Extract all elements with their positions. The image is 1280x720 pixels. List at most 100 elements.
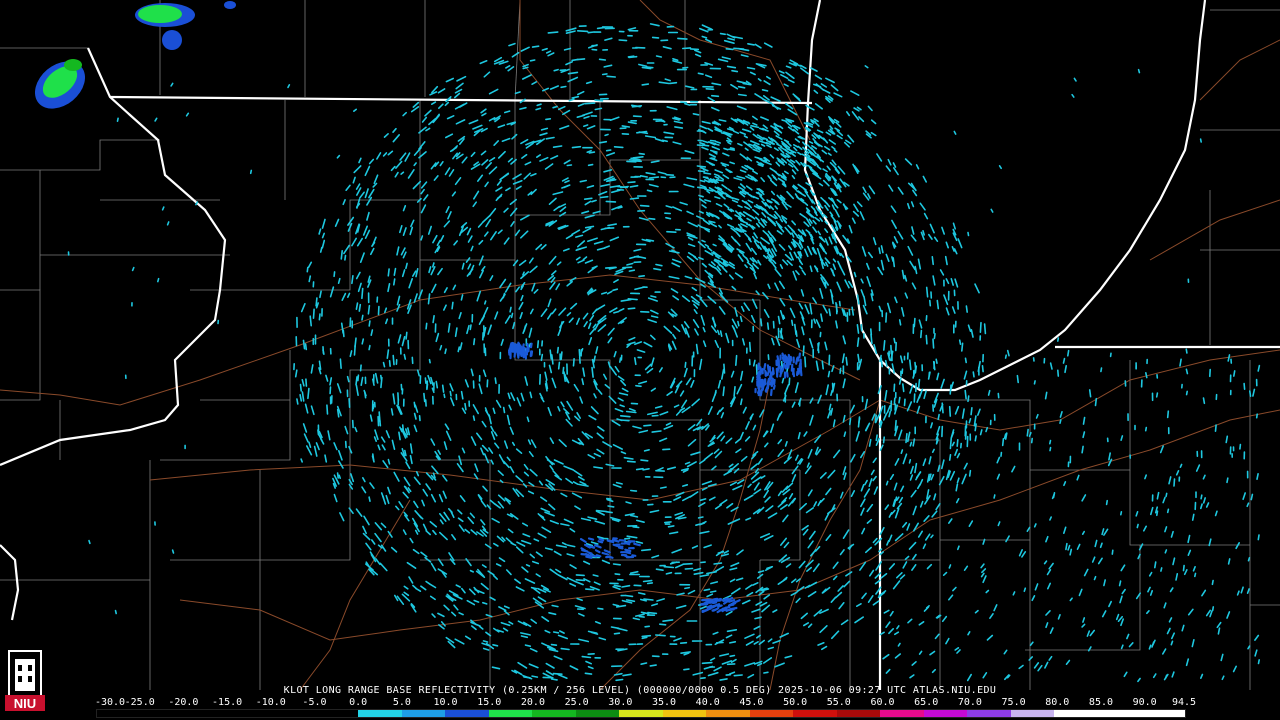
echo-mark	[703, 544, 712, 549]
echo-mark	[831, 204, 836, 210]
echo-mark	[788, 295, 793, 301]
echo-mark	[1069, 548, 1073, 556]
echo-mark	[628, 269, 636, 272]
echo-mark	[355, 376, 358, 386]
legend-tick-label: -5.0	[302, 697, 327, 708]
county-border	[514, 0, 521, 101]
echo-mark	[442, 490, 447, 499]
colorbar-segment	[244, 710, 254, 717]
echo-mark	[438, 493, 444, 503]
echo-mark	[551, 308, 557, 315]
echo-mark	[597, 425, 605, 432]
echo-mark	[763, 594, 771, 600]
echo-mark	[752, 195, 760, 200]
echo-mark	[643, 424, 652, 427]
echo-mark	[378, 411, 381, 423]
echo-mark	[671, 258, 682, 264]
echo-mark	[446, 115, 455, 120]
echo-mark	[763, 308, 770, 319]
echo-mark	[1148, 571, 1153, 577]
highway	[1199, 39, 1280, 101]
radar-map[interactable]: NIU	[0, 0, 1280, 720]
echo-mark	[529, 308, 534, 315]
colorbar-segment	[941, 710, 950, 717]
colorbar-segment	[1080, 710, 1090, 717]
echo-mark	[929, 422, 934, 429]
echo-mark	[390, 546, 398, 553]
echo-mark	[714, 215, 720, 220]
echo-mark	[563, 518, 574, 524]
echo-mark	[763, 671, 769, 674]
echo-mark	[161, 206, 165, 211]
echo-mark	[586, 237, 598, 243]
echo-mark	[974, 283, 980, 294]
echo-mark	[831, 198, 835, 204]
echo-mark	[699, 125, 708, 130]
echo-mark	[843, 431, 847, 438]
echo-mark	[922, 543, 927, 550]
echo-mark	[443, 393, 446, 399]
echo-mark	[464, 635, 472, 641]
echo-mark	[746, 591, 754, 597]
echo-mark	[467, 516, 475, 525]
echo-mark	[823, 250, 828, 255]
echo-mark	[763, 80, 771, 86]
echo-mark	[904, 158, 913, 166]
echo-mark	[824, 341, 828, 351]
echo-mark	[665, 173, 675, 176]
echo-mark	[687, 252, 697, 258]
echo-mark	[694, 53, 702, 58]
echo-mark	[439, 519, 444, 525]
colorbar-segment	[1132, 710, 1142, 717]
echo-mark	[732, 327, 739, 338]
legend-tick-label: 70.0	[957, 697, 982, 708]
echo-mark	[427, 225, 433, 235]
echo-mark	[726, 223, 735, 229]
echo-mark	[537, 532, 547, 539]
colorbar-segment	[723, 710, 733, 717]
echo-mark	[300, 458, 304, 463]
echo-mark	[641, 634, 652, 638]
echo-mark	[945, 241, 950, 249]
echo-mark	[672, 295, 680, 301]
echo-mark	[689, 491, 699, 498]
echo-mark	[531, 282, 536, 292]
echo-mark	[648, 183, 659, 188]
colorbar-segment	[297, 710, 306, 717]
echo-mark	[617, 375, 625, 381]
echo-mark	[828, 403, 832, 411]
echo-mark	[812, 297, 818, 304]
echo-mark	[718, 306, 726, 315]
colorbar-segment	[192, 710, 202, 717]
echo-mark	[499, 278, 507, 289]
echo-mark	[361, 486, 367, 494]
colorbar-segment	[392, 710, 402, 717]
niu-logo[interactable]: NIU	[3, 645, 47, 717]
echo-mark	[666, 390, 673, 397]
echo-mark	[729, 578, 736, 583]
colorbar-segment	[654, 710, 663, 717]
echo-mark	[741, 599, 751, 605]
echo-mark	[892, 167, 899, 176]
echo-mark	[435, 380, 439, 389]
echo-mark	[749, 71, 756, 76]
colorbar-segment	[897, 710, 907, 717]
echo-mark	[709, 139, 717, 142]
echo-mark	[523, 471, 530, 477]
echo-mark	[329, 377, 333, 386]
echo-mark	[387, 268, 390, 277]
echo-mark	[458, 455, 463, 466]
echo-mark	[885, 253, 890, 263]
echo-mark	[848, 417, 852, 426]
echo-mark	[751, 376, 755, 383]
echo-mark	[457, 509, 463, 515]
echo-mark	[769, 379, 773, 386]
echo-mark	[681, 47, 692, 50]
echo-mark	[510, 392, 516, 402]
lake-michigan-shoreline	[879, 0, 1207, 392]
echo-mark	[387, 486, 391, 495]
echo-mark	[429, 520, 438, 528]
echo-mark	[659, 411, 669, 416]
echo-mark	[550, 155, 559, 160]
echo-mark	[766, 144, 772, 149]
